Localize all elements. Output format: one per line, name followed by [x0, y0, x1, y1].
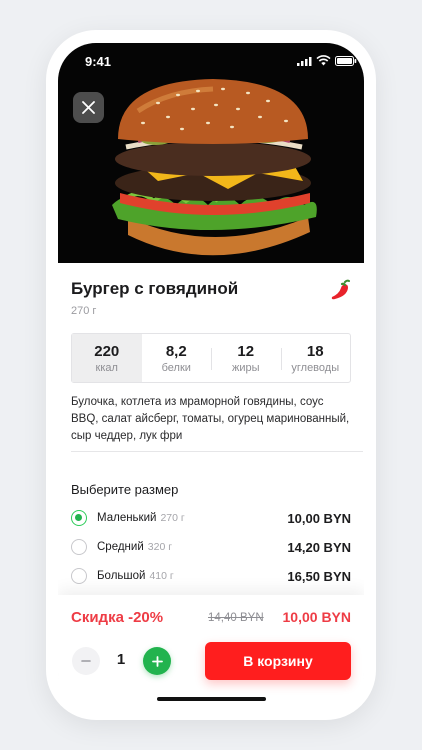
- new-price: 10,00 BYN: [282, 609, 351, 625]
- size-option-large[interactable]: Большой 410 г 16,50 BYN: [71, 565, 351, 587]
- size-price: 10,00 BYN: [287, 510, 351, 526]
- signal-icon: [297, 57, 312, 66]
- increase-quantity-button[interactable]: [143, 647, 171, 675]
- discount-label: Скидка -20%: [71, 609, 164, 626]
- radio-unselected[interactable]: [71, 568, 87, 584]
- home-indicator[interactable]: [157, 697, 266, 701]
- quantity-value: 1: [116, 651, 126, 668]
- phone-frame: 9:41 Бургер с говядиной 270 г 220 ккал 8…: [46, 30, 376, 720]
- radio-selected[interactable]: [71, 510, 87, 526]
- nutrition-label: ккал: [95, 362, 118, 374]
- decrease-quantity-button[interactable]: [72, 647, 100, 675]
- nutrition-value: 12: [237, 343, 255, 360]
- product-description: Булочка, котлета из мраморной говядины, …: [71, 396, 350, 442]
- wifi-icon: [316, 55, 331, 66]
- nutrition-label: углеводы: [291, 362, 340, 374]
- chili-pepper-icon: [331, 279, 350, 300]
- plus-icon: [151, 655, 163, 667]
- status-time: 9:41: [85, 54, 112, 69]
- nutrition-label: жиры: [231, 362, 260, 374]
- size-weight: 270 г: [160, 512, 185, 524]
- nutrition-carbs[interactable]: 18 углеводы: [280, 334, 351, 382]
- size-name: Маленький: [97, 512, 157, 524]
- nutrition-value: 18: [306, 343, 324, 360]
- nutrition-label: белки: [161, 362, 191, 374]
- screen: 9:41 Бургер с говядиной 270 г 220 ккал 8…: [58, 43, 364, 709]
- size-option-small[interactable]: Маленький 270 г 10,00 BYN: [71, 507, 351, 529]
- close-button[interactable]: [73, 92, 104, 123]
- battery-icon: [335, 56, 357, 66]
- status-bar: 9:41: [58, 43, 364, 75]
- nutrition-value: 8,2: [165, 343, 187, 360]
- nutrition-value: 220: [94, 343, 120, 360]
- size-weight: 410 г: [149, 570, 174, 582]
- product-weight: 270 г: [71, 305, 97, 317]
- nutrition-table: 220 ккал 8,2 белки 12 жиры 18 углеводы: [71, 333, 351, 383]
- close-icon: [82, 101, 95, 114]
- nutrition-protein[interactable]: 8,2 белки: [142, 334, 212, 382]
- size-price: 16,50 BYN: [287, 568, 351, 584]
- add-to-cart-button[interactable]: В корзину: [205, 642, 351, 680]
- burger-illustration: [112, 79, 317, 256]
- size-option-medium[interactable]: Средний 320 г 14,20 BYN: [71, 536, 351, 558]
- product-title: Бургер с говядиной: [71, 279, 239, 298]
- minus-icon: [81, 660, 91, 662]
- product-image: 9:41: [58, 43, 364, 263]
- size-name: Большой: [97, 570, 146, 582]
- size-name: Средний: [97, 541, 144, 553]
- radio-unselected[interactable]: [71, 539, 87, 555]
- nutrition-fat[interactable]: 12 жиры: [211, 334, 281, 382]
- old-price: 14,40 BYN: [208, 612, 264, 624]
- size-section-title: Выберите размер: [71, 482, 179, 497]
- size-price: 14,20 BYN: [287, 539, 351, 555]
- nutrition-calories[interactable]: 220 ккал: [72, 334, 142, 382]
- order-bar: Скидка -20% 14,40 BYN 10,00 BYN 1 В корз…: [58, 595, 364, 709]
- divider: [71, 451, 363, 452]
- size-weight: 320 г: [147, 541, 173, 553]
